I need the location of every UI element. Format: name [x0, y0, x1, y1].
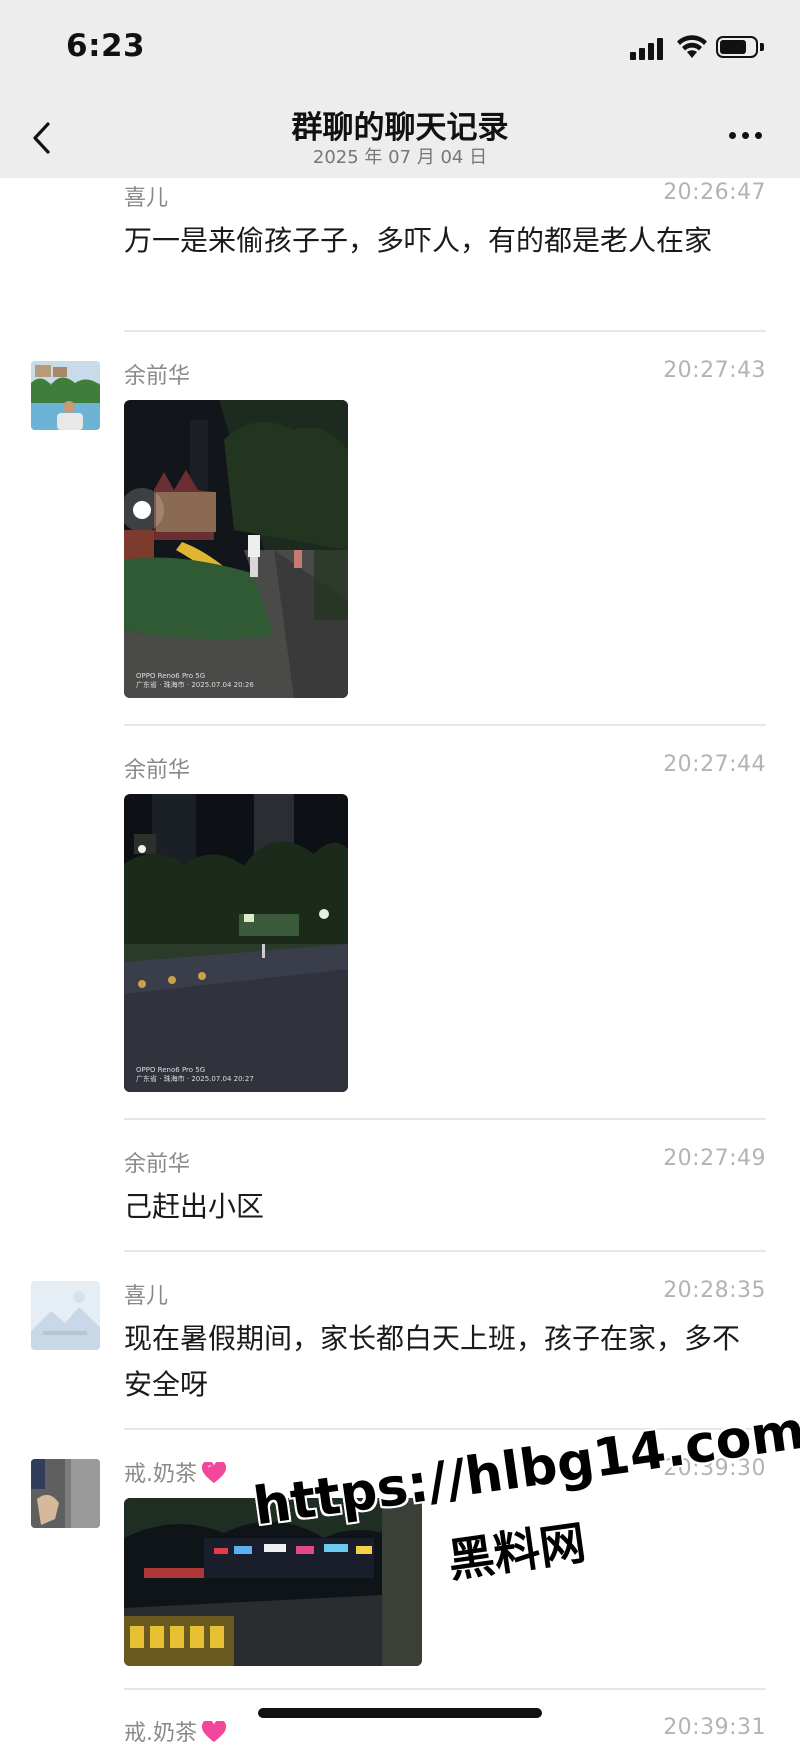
message-time: 20:26:47: [663, 180, 766, 205]
message-divider: [124, 1118, 766, 1120]
message-sender: 喜儿: [124, 1284, 169, 1309]
battery-icon: [716, 36, 766, 60]
message-sender: 余前华: [124, 1152, 191, 1177]
message-text[interactable]: 现在暑假期间，家长都白天上班，孩子在家，多不安全呀: [124, 1316, 764, 1408]
nav-bar: 群聊的聊天记录 2025 年 07 月 04 日: [0, 88, 800, 178]
more-dots-icon[interactable]: [726, 130, 766, 142]
message-sender: 戒.奶茶: [124, 1715, 227, 1747]
sender-name: 戒.奶茶: [124, 1721, 197, 1746]
message-photo[interactable]: OPPO Reno6 Pro 5G 广东省 · 珠海市 · 2025.07.04…: [124, 794, 348, 1092]
message-text[interactable]: 己赶出小区: [124, 1184, 764, 1230]
avatar[interactable]: [31, 1459, 100, 1528]
status-bar: 6:23: [0, 0, 800, 88]
message-divider: [124, 724, 766, 726]
message-divider: [124, 1250, 766, 1252]
message-text[interactable]: 万一是来偷孩子子，多吓人，有的都是老人在家: [124, 218, 764, 264]
status-time: 6:23: [66, 28, 146, 64]
avatar[interactable]: [31, 361, 100, 430]
message-photo[interactable]: OPPO Reno6 Pro 5G 广东省 · 珠海市 · 2025.07.04…: [124, 400, 348, 698]
message-sender: 余前华: [124, 364, 191, 389]
sender-name: 戒.奶茶: [124, 1462, 197, 1487]
watermark-label: 黑料网: [444, 1515, 589, 1588]
cellular-signal-icon: [630, 36, 668, 60]
message-sender: 余前华: [124, 758, 191, 783]
photo-watermark: OPPO Reno6 Pro 5G 广东省 · 珠海市 · 2025.07.04…: [136, 672, 254, 689]
home-indicator[interactable]: [258, 1708, 542, 1718]
page-title: 群聊的聊天记录: [291, 110, 509, 146]
pink-heart-icon: [201, 1721, 227, 1742]
message-time: 20:27:43: [663, 358, 766, 383]
message-time: 20:27:44: [663, 752, 766, 777]
message-divider: [124, 1688, 766, 1690]
message-time: 20:39:31: [663, 1715, 766, 1740]
pink-heart-icon: [201, 1462, 227, 1483]
wifi-icon: [677, 35, 707, 58]
message-sender: 喜儿: [124, 186, 169, 211]
photo-watermark: OPPO Reno6 Pro 5G 广东省 · 珠海市 · 2025.07.04…: [136, 1066, 254, 1083]
page-date: 2025 年 07 月 04 日: [312, 147, 488, 168]
message-time: 20:28:35: [663, 1278, 766, 1303]
message-sender: 戒.奶茶: [124, 1456, 227, 1488]
avatar[interactable]: [31, 1281, 100, 1350]
message-divider: [124, 330, 766, 332]
message-time: 20:27:49: [663, 1146, 766, 1171]
